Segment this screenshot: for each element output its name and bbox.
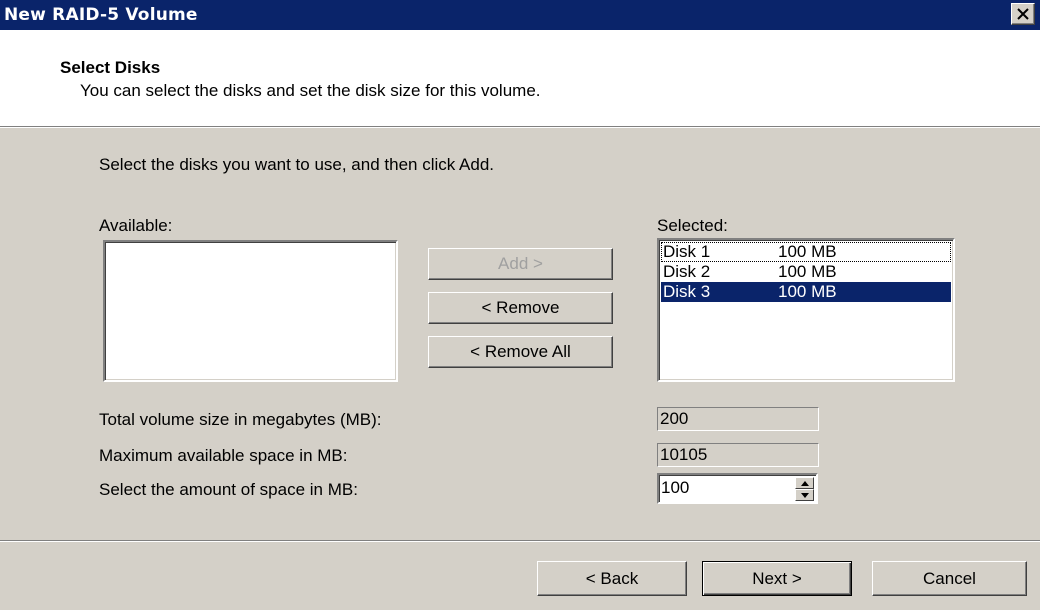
title-bar[interactable]: New RAID-5 Volume [0,0,1040,30]
amount-value: 100 [661,478,690,497]
back-button-label: < Back [585,569,639,588]
window-title: New RAID-5 Volume [4,5,198,25]
selected-disks-list[interactable]: Disk 1 100 MB Disk 2 100 MB Disk 3 100 M… [657,238,955,382]
wizard-header: Select Disks You can select the disks an… [0,30,1040,126]
max-space-value: 10105 [660,445,708,464]
next-button[interactable]: Next > [702,561,852,596]
footer-divider [0,540,1040,542]
max-space-label: Maximum available space in MB: [99,446,348,465]
down-arrow-icon [801,493,809,498]
remove-all-button[interactable]: < Remove All [428,336,613,368]
close-icon [1017,8,1029,20]
instruction-text: Select the disks you want to use, and th… [99,155,495,174]
available-disks-list[interactable] [103,240,398,382]
page-title: Select Disks [60,58,161,77]
list-item[interactable]: Disk 2 100 MB [661,262,951,282]
spin-buttons [795,477,814,501]
up-arrow-icon [801,481,809,486]
disk-size: 100 MB [778,282,837,301]
close-button[interactable] [1011,3,1035,25]
spin-up-button[interactable] [795,477,814,489]
total-size-field: 200 [657,407,819,431]
cancel-button[interactable]: Cancel [872,561,1027,596]
disk-name: Disk 2 [663,262,711,281]
max-space-field: 10105 [657,443,819,467]
list-item[interactable]: Disk 1 100 MB [661,242,951,262]
add-button[interactable]: Add > [428,248,613,280]
list-item-selected[interactable]: Disk 3 100 MB [661,282,951,302]
next-button-label: Next > [752,569,802,588]
remove-all-button-label: < Remove All [470,342,571,361]
disk-size: 100 MB [778,262,837,281]
selected-label: Selected: [657,216,728,235]
amount-spinbox[interactable]: 100 [657,473,818,504]
disk-size: 100 MB [778,242,837,261]
cancel-button-label: Cancel [923,569,976,588]
total-size-value: 200 [660,409,689,428]
available-label: Available: [99,216,173,235]
header-divider [0,126,1040,128]
page-subtitle: You can select the disks and set the dis… [80,81,541,100]
remove-button[interactable]: < Remove [428,292,613,324]
disk-name: Disk 3 [663,282,711,301]
spin-down-button[interactable] [795,489,814,501]
remove-button-label: < Remove [481,298,560,317]
amount-label: Select the amount of space in MB: [99,480,358,499]
raid5-wizard-window: New RAID-5 Volume Select Disks You can s… [0,0,1040,610]
total-size-label: Total volume size in megabytes (MB): [99,410,382,429]
add-button-label: Add > [498,254,543,273]
disk-name: Disk 1 [663,242,711,261]
back-button[interactable]: < Back [537,561,687,596]
